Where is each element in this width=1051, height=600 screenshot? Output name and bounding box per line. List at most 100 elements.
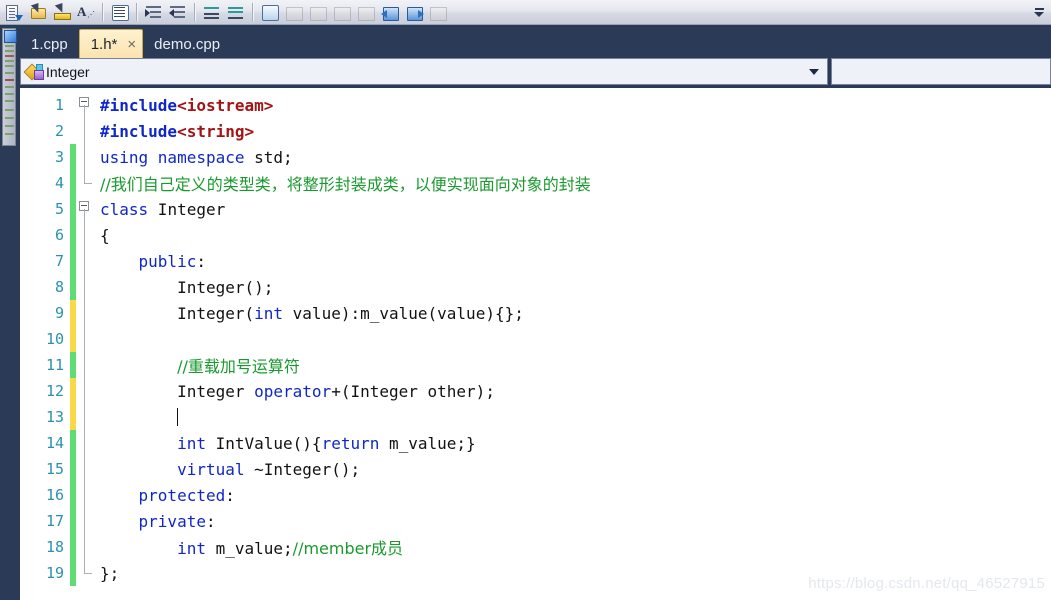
fold-margin[interactable] [76,508,96,534]
close-icon[interactable]: × [127,37,136,52]
code-text[interactable]: //我们自己定义的类型类，将整形封装成类，以便实现面向对象的封装 [96,171,1051,195]
code-text[interactable]: using namespace std; [96,148,1051,167]
line-number: 7 [54,252,64,270]
toolbar-separator [102,3,104,21]
text-caret [177,407,179,426]
code-line[interactable]: 4 //我们自己定义的类型类，将整形封装成类，以便实现面向对象的封装 [20,170,1051,196]
marker-tick [5,133,14,135]
fold-margin[interactable] [76,352,96,378]
code-line[interactable]: 11 //重载加号运算符 [20,352,1051,378]
fold-margin[interactable] [76,196,96,222]
code-text[interactable]: int m_value;//member成员 [96,535,1051,559]
align-top-icon[interactable] [200,1,224,23]
code-text[interactable]: #include<iostream> [96,96,1051,115]
fold-margin[interactable] [76,300,96,326]
toolbar-separator [194,3,196,21]
decrease-indent-icon[interactable] [166,1,190,23]
document-markers-strip[interactable] [2,28,17,146]
code-text[interactable]: virtual ~Integer(); [96,460,1051,479]
code-line[interactable]: 17 private: [20,508,1051,534]
step-into-icon[interactable] [378,1,402,23]
code-line[interactable]: 10 [20,326,1051,352]
fold-margin[interactable] [76,534,96,560]
code-token: int [177,433,206,453]
code-line[interactable]: 5 class Integer [20,196,1051,222]
fold-margin[interactable] [76,456,96,482]
toggle-bookmark-icon[interactable] [50,1,74,23]
display-all-icon[interactable] [108,1,132,23]
increase-indent-icon[interactable] [142,1,166,23]
code-line[interactable]: 15 virtual ~Integer(); [20,456,1051,482]
stop-debug-icon[interactable] [426,1,450,23]
code-text[interactable]: protected: [96,486,1051,505]
code-text[interactable]: Integer operator+(Integer other); [96,382,1051,401]
code-token: protected [138,485,226,505]
code-text[interactable] [96,407,1051,427]
code-line[interactable]: 1 #include<iostream> [20,92,1051,118]
fold-margin[interactable] [76,404,96,430]
code-line[interactable]: 12 Integer operator+(Integer other); [20,378,1051,404]
code-text[interactable]: int IntValue(){return m_value;} [96,434,1051,453]
code-line[interactable]: 16 protected: [20,482,1051,508]
code-text[interactable]: public: [96,252,1051,271]
code-editor-surface[interactable]: 1 #include<iostream> 2 #include<string> 3 usi… [20,88,1051,600]
fold-margin[interactable] [76,560,96,586]
comment-selection-icon[interactable] [2,1,26,23]
line-number: 1 [54,96,64,114]
fold-margin[interactable] [76,326,96,352]
code-line[interactable]: 14 int IntValue(){return m_value;} [20,430,1051,456]
code-text[interactable]: //重载加号运算符 [96,353,1051,377]
class-dropdown[interactable]: Integer [20,58,828,85]
fold-margin[interactable] [76,482,96,508]
tab-demo-cpp[interactable]: demo.cpp [143,30,231,58]
code-line[interactable]: 8 Integer(); [20,274,1051,300]
code-line[interactable]: 9 Integer(int value):m_value(value){}; [20,300,1051,326]
code-token: IntValue(){ [205,433,322,453]
code-line[interactable]: 18 int m_value;//member成员 [20,534,1051,560]
fold-margin[interactable] [76,430,96,456]
fold-margin[interactable] [76,144,96,170]
fold-margin[interactable] [76,274,96,300]
nav-back-icon[interactable] [282,1,306,23]
fold-margin[interactable] [76,222,96,248]
undo-icon[interactable] [330,1,354,23]
new-window-icon[interactable] [258,1,282,23]
code-line[interactable]: 3 using namespace std; [20,144,1051,170]
code-token: Integer( [100,303,255,323]
fold-margin[interactable] [76,118,96,144]
code-text[interactable]: class Integer [96,200,1051,219]
marker-tick [5,45,14,47]
find-symbol-icon[interactable]: A ⋰ [74,1,98,23]
code-text[interactable]: #include<string> [96,122,1051,141]
line-number: 4 [54,174,64,192]
fold-line [84,300,85,326]
code-text[interactable]: private: [96,512,1051,531]
fold-line [84,144,85,170]
code-text[interactable]: Integer(int value):m_value(value){}; [96,304,1051,323]
fold-margin[interactable] [76,170,96,196]
code-text[interactable]: { [96,226,1051,245]
code-line[interactable]: 13 [20,404,1051,430]
fold-margin[interactable] [76,248,96,274]
chevron-down-icon[interactable] [809,68,819,75]
code-token: +(Integer other); [331,381,495,401]
code-line[interactable]: 2 #include<string> [20,118,1051,144]
fold-line [84,534,85,560]
tab-1-h[interactable]: 1.h* × [78,29,144,58]
fold-line [84,456,85,482]
nav-forward-icon[interactable] [306,1,330,23]
fold-margin[interactable] [76,92,96,118]
tab-1-cpp[interactable]: 1.cpp [20,30,79,58]
uncomment-selection-icon[interactable] [26,1,50,23]
redo-icon[interactable] [354,1,378,23]
align-bottom-icon[interactable] [224,1,248,23]
member-dropdown[interactable] [831,58,1051,85]
code-line[interactable]: 7 public: [20,248,1051,274]
code-line[interactable]: 6{ [20,222,1051,248]
code-text[interactable]: Integer(); [96,278,1051,297]
fold-margin[interactable] [76,378,96,404]
step-over-icon[interactable] [402,1,426,23]
toolbar-overflow-button[interactable] [1031,1,1047,23]
line-number: 18 [45,538,64,556]
